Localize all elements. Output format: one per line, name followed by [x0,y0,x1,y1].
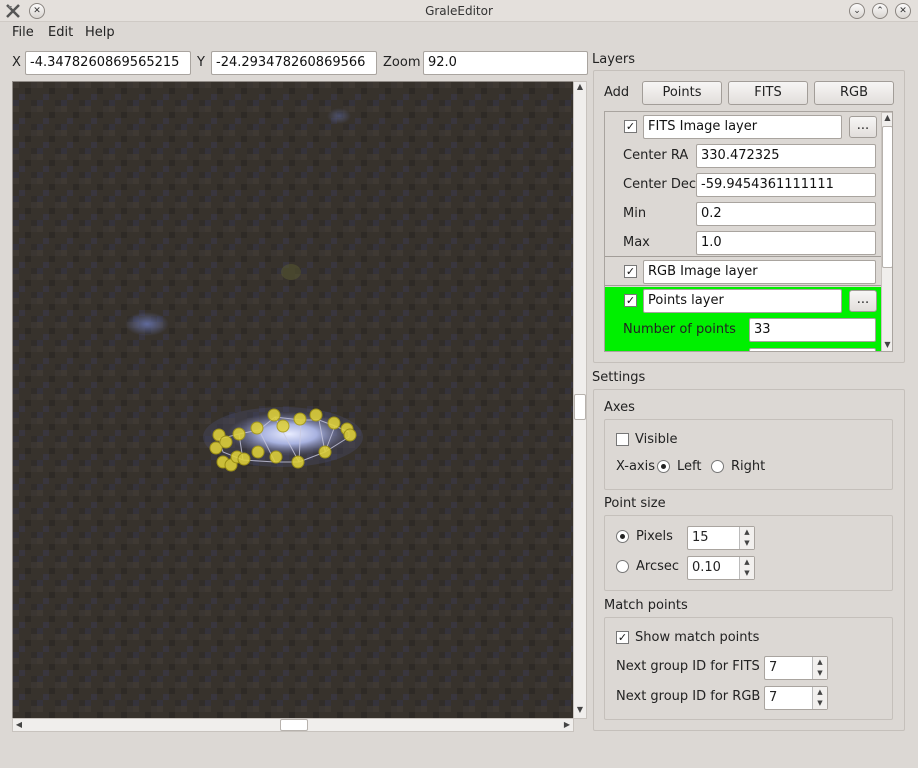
add-points-button[interactable]: Points [642,81,722,105]
add-label: Add [604,85,630,100]
x-axis-right-label: Right [731,459,766,474]
spin-up-icon[interactable]: ▲ [739,557,754,568]
fits-layer-visible-checkbox[interactable]: ✓ [624,120,637,133]
axes-visible-label: Visible [635,432,678,447]
arcsec-label: Arcsec [636,559,680,574]
x-axis-left-radio[interactable] [657,460,670,473]
fits-layer-more-button[interactable]: ... [849,116,877,138]
layer-list-scroll-thumb[interactable] [882,126,892,268]
settings-title: Settings [592,370,646,385]
show-match-points-label: Show match points [635,630,760,645]
next-group-fits-value: 7 [769,660,778,675]
next-group-rgb-label: Next group ID for RGB [616,689,761,704]
center-ra-field[interactable]: 330.472325 [696,144,876,168]
close-window-icon[interactable]: ✕ [895,3,911,19]
layer-list: ✓ FITS Image layer ... Center RA 330.472… [604,111,893,352]
layer-list-scroll-up-icon[interactable]: ▲ [881,113,892,125]
y-coordinate-field[interactable]: -24.293478260869566 [211,51,377,75]
app-logo-icon [5,3,21,19]
next-group-fits-label: Next group ID for FITS [616,659,760,674]
zoom-label: Zoom [383,55,421,70]
rgb-layer-visible-checkbox[interactable]: ✓ [624,265,637,278]
next-group-rgb-spinbox[interactable]: 7 ▲ ▼ [764,686,828,710]
spin-down-icon[interactable]: ▼ [739,568,754,579]
point-size-title: Point size [604,496,666,511]
window-title: GraleEditor [425,4,493,18]
spin-down-icon[interactable]: ▼ [812,668,827,679]
min-field[interactable]: 0.2 [696,202,876,226]
points-layer-more-button[interactable]: ... [849,290,877,312]
maximize-icon[interactable]: ⌃ [872,3,888,19]
spin-up-icon[interactable]: ▲ [739,527,754,538]
number-of-points-label: Number of points [623,322,736,337]
add-rgb-button[interactable]: RGB [814,81,894,105]
points-layer-name-field[interactable]: Points layer [643,289,842,313]
pixels-radio[interactable] [616,530,629,543]
scroll-right-arrow-icon[interactable]: ▶ [561,719,573,731]
arcsec-value: 0.10 [692,560,721,575]
menu-edit[interactable]: Edit [48,23,73,43]
fits-layer-name-field[interactable]: FITS Image layer [643,115,842,139]
pixels-value: 15 [692,530,709,545]
center-dec-label: Center Dec [623,177,697,192]
rgb-layer-name-field[interactable]: RGB Image layer [643,260,876,284]
scroll-up-arrow-icon[interactable]: ▲ [573,82,587,94]
points-layer-next-field[interactable] [749,348,876,351]
zoom-field[interactable]: 92.0 [423,51,588,75]
spin-up-icon[interactable]: ▲ [812,687,827,698]
axes-visible-checkbox[interactable] [616,433,629,446]
number-of-points-field[interactable]: 33 [749,318,876,342]
center-ra-label: Center RA [623,148,689,163]
next-group-fits-spinbox[interactable]: 7 ▲ ▼ [764,656,828,680]
pixels-label: Pixels [636,529,673,544]
image-vertical-scroll-thumb[interactable] [574,394,586,420]
x-coordinate-field[interactable]: -4.3478260869565215 [25,51,191,75]
arcsec-radio[interactable] [616,560,629,573]
spin-down-icon[interactable]: ▼ [739,538,754,549]
show-match-points-checkbox[interactable]: ✓ [616,631,629,644]
pixels-spinbox[interactable]: 15 ▲ ▼ [687,526,755,550]
center-dec-field[interactable]: -59.9454361111111 [696,173,876,197]
close-icon[interactable]: ✕ [29,3,45,19]
spin-down-icon[interactable]: ▼ [812,698,827,709]
layer-list-scroll-down-icon[interactable]: ▼ [881,340,892,351]
x-axis-left-label: Left [677,459,702,474]
points-layer-visible-checkbox[interactable]: ✓ [624,294,637,307]
next-group-rgb-value: 7 [769,690,778,705]
image-view[interactable] [12,81,574,719]
scroll-left-arrow-icon[interactable]: ◀ [13,719,25,731]
min-label: Min [623,206,647,221]
y-label: Y [197,55,205,70]
max-label: Max [623,235,650,250]
x-label: X [12,55,21,70]
max-field[interactable]: 1.0 [696,231,876,255]
image-horizontal-scroll-thumb[interactable] [280,719,308,731]
add-fits-button[interactable]: FITS [728,81,808,105]
spin-up-icon[interactable]: ▲ [812,657,827,668]
arcsec-spinbox[interactable]: 0.10 ▲ ▼ [687,556,755,580]
axes-title: Axes [604,400,635,415]
x-axis-label: X-axis [616,459,655,474]
match-points-title: Match points [604,598,688,613]
scroll-down-arrow-icon[interactable]: ▼ [573,705,587,717]
x-axis-right-radio[interactable] [711,460,724,473]
menu-help[interactable]: Help [85,23,115,43]
layers-title: Layers [592,52,636,67]
menu-file[interactable]: File [12,23,34,43]
minimize-icon[interactable]: ⌄ [849,3,865,19]
